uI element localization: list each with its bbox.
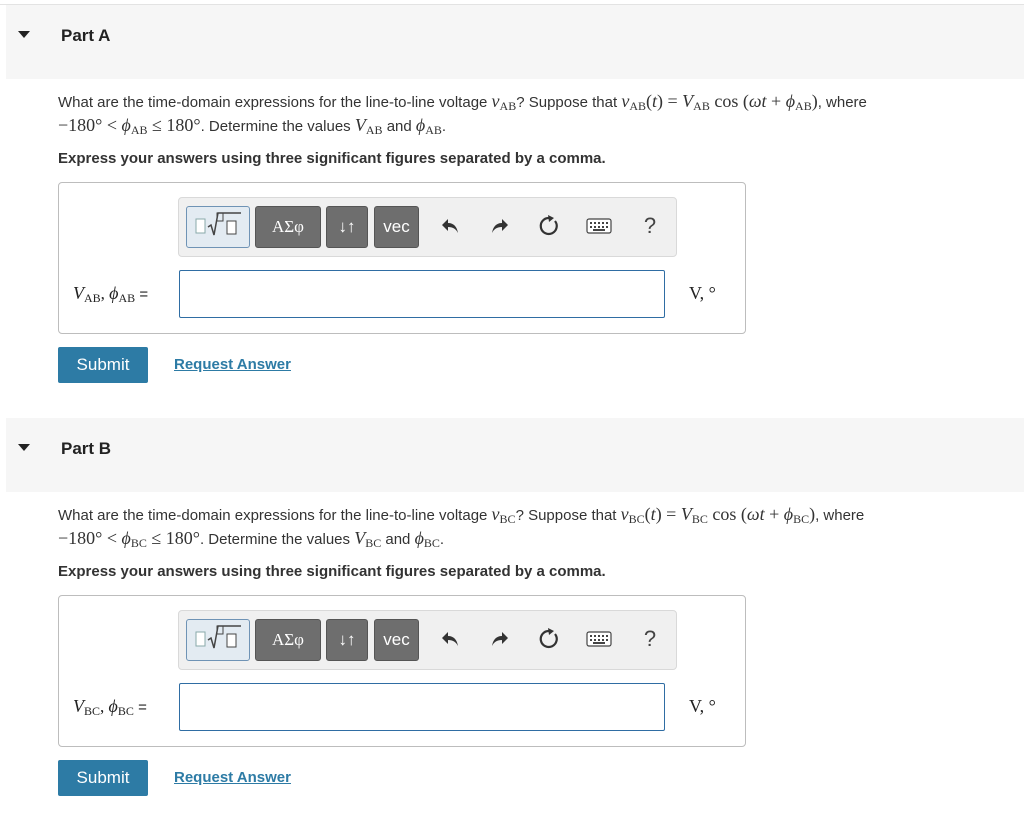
answer-input[interactable] [179,683,665,731]
part-b-header[interactable] [6,418,1024,492]
undo-icon[interactable] [437,213,463,239]
part-title: Part B [61,439,112,458]
help-icon[interactable]: ? [637,626,663,652]
request-answer-link[interactable]: Request Answer [174,356,291,373]
units-label: V, ° [689,283,716,303]
answer-label: VAB, ϕAB = [73,283,149,305]
answer-input[interactable] [179,270,665,318]
templates-button[interactable] [186,619,250,661]
answer-label: VBC, ϕBC = [73,696,147,718]
submit-button[interactable]: Submit [58,347,148,383]
fraction-sqrt-icon [193,624,243,657]
answer-box: ΑΣφ ↓↑ vec ? VBC, ϕBC = V, ° [58,595,746,747]
redo-icon[interactable] [487,213,513,239]
reset-icon[interactable] [536,626,562,652]
request-answer-link[interactable]: Request Answer [174,769,291,786]
help-icon[interactable]: ? [637,213,663,239]
keyboard-icon[interactable] [585,213,613,239]
answer-box: ΑΣφ ↓↑ vec ? VAB, ϕAB = V, ° [58,182,746,334]
instruction-text: Express your answers using three signifi… [58,563,606,580]
math-toolbar: ΑΣφ ↓↑ vec ? [178,197,677,257]
collapse-caret-icon[interactable] [18,444,30,451]
instruction-text: Express your answers using three signifi… [58,150,606,167]
units-label: V, ° [689,696,716,716]
vector-button[interactable]: vec [374,206,419,248]
question-text: What are the time-domain expressions for… [58,504,865,550]
undo-icon[interactable] [437,626,463,652]
submit-button[interactable]: Submit [58,760,148,796]
subscript-superscript-button[interactable]: ↓↑ [326,206,368,248]
keyboard-icon[interactable] [585,626,613,652]
part-title: Part A [61,26,111,45]
redo-icon[interactable] [487,626,513,652]
reset-icon[interactable] [536,213,562,239]
part-a-header[interactable] [6,5,1024,79]
greek-symbols-button[interactable]: ΑΣφ [255,206,321,248]
greek-symbols-button[interactable]: ΑΣφ [255,619,321,661]
subscript-superscript-button[interactable]: ↓↑ [326,619,368,661]
fraction-sqrt-icon [193,211,243,244]
math-toolbar: ΑΣφ ↓↑ vec ? [178,610,677,670]
vector-button[interactable]: vec [374,619,419,661]
collapse-caret-icon[interactable] [18,31,30,38]
templates-button[interactable] [186,206,250,248]
question-text: What are the time-domain expressions for… [58,91,867,137]
